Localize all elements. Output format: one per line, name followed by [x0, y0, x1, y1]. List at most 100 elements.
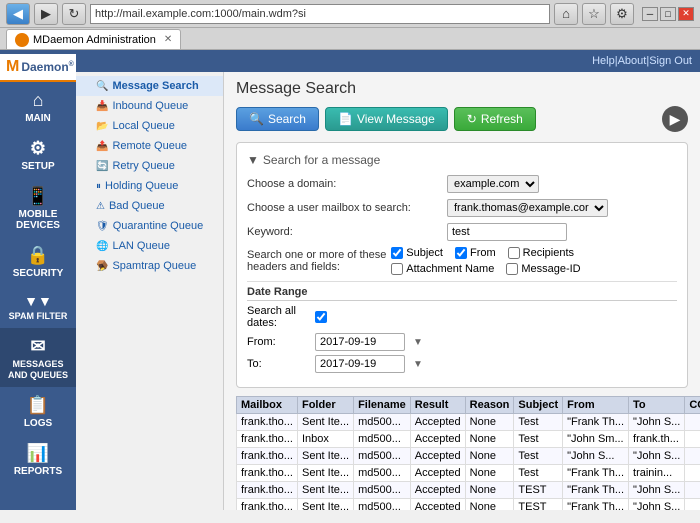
left-item-local[interactable]: 📂 Local Queue [76, 116, 223, 136]
table-cell: "John Sm... [563, 431, 629, 448]
search-all-dates-checkbox[interactable] [315, 311, 327, 323]
sidebar-item-reports[interactable]: 📊 REPORTS [0, 435, 76, 483]
recipients-checkbox-label[interactable]: Recipients [508, 247, 574, 259]
left-item-quarantine[interactable]: 🛡 Quarantine Queue [76, 216, 223, 236]
keyword-row: Keyword: [247, 223, 677, 241]
table-cell: None [465, 448, 514, 465]
holding-label: Holding Queue [105, 180, 178, 192]
section-header[interactable]: ▼ Search for a message [247, 153, 677, 167]
table-cell [685, 465, 700, 482]
table-row[interactable]: frank.tho...Sent Ite...md500...AcceptedN… [237, 482, 700, 499]
lan-label: LAN Queue [112, 240, 169, 252]
table-cell: None [465, 431, 514, 448]
table-cell [685, 482, 700, 499]
search-btn-icon: 🔍 [249, 112, 264, 126]
spam-icon: ▼▼ [4, 293, 72, 309]
subject-checkbox[interactable] [391, 247, 403, 259]
table-cell: Test [514, 431, 563, 448]
view-message-button[interactable]: 📄 View Message [325, 107, 448, 131]
table-row[interactable]: frank.tho...Sent Ite...md500...AcceptedN… [237, 499, 700, 511]
table-cell [685, 431, 700, 448]
attachment-checkbox[interactable] [391, 263, 403, 275]
table-cell: None [465, 482, 514, 499]
table-cell: "John S... [629, 482, 685, 499]
table-cell: frank.tho... [237, 482, 298, 499]
sidebar-item-spam[interactable]: ▼▼ SPAM FILTER [0, 285, 76, 328]
table-cell: Sent Ite... [297, 448, 353, 465]
domain-select[interactable]: example.com [447, 175, 539, 193]
browser-settings-button[interactable]: ⚙ [610, 3, 634, 25]
table-cell: None [465, 414, 514, 431]
to-date-label: To: [247, 358, 307, 370]
to-date-arrow[interactable]: ▼ [413, 359, 423, 370]
from-checkbox-label[interactable]: From [455, 247, 496, 259]
sidebar-item-main[interactable]: ⌂ MAIN [0, 82, 76, 130]
minimize-button[interactable]: ─ [642, 7, 658, 21]
view-btn-icon: 📄 [338, 112, 353, 126]
local-label: Local Queue [112, 120, 174, 132]
table-cell: md500... [354, 482, 411, 499]
quarantine-label: Quarantine Queue [113, 220, 204, 232]
left-item-lan[interactable]: 🌐 LAN Queue [76, 236, 223, 256]
subject-checkbox-label[interactable]: Subject [391, 247, 443, 259]
to-date-input[interactable] [315, 355, 405, 373]
left-item-message-search[interactable]: 🔍 Message Search [76, 76, 223, 96]
tab-label: MDaemon Administration [33, 34, 156, 46]
table-row[interactable]: frank.tho...Sent Ite...md500...AcceptedN… [237, 414, 700, 431]
left-item-remote[interactable]: 📤 Remote Queue [76, 136, 223, 156]
left-item-retry[interactable]: 🔄 Retry Queue [76, 156, 223, 176]
from-date-input[interactable] [315, 333, 405, 351]
sidebar-item-mobile[interactable]: 📱 MOBILEDEVICES [0, 178, 76, 237]
info-button[interactable]: ▶ [662, 106, 688, 132]
app-container: M Daemon® ⌂ MAIN ⚙ SETUP 📱 MOBILEDEVICES… [0, 50, 700, 510]
mailbox-select[interactable]: frank.thomas@example.cor [447, 199, 608, 217]
table-cell [685, 448, 700, 465]
search-button[interactable]: 🔍 Search [236, 107, 319, 131]
star-button[interactable]: ☆ [582, 3, 606, 25]
table-cell: trainin... [629, 465, 685, 482]
app-tab[interactable]: MDaemon Administration ✕ [6, 29, 181, 49]
left-item-inbound[interactable]: 📥 Inbound Queue [76, 96, 223, 116]
maximize-button[interactable]: □ [660, 7, 676, 21]
recipients-checkbox[interactable] [508, 247, 520, 259]
left-item-holding[interactable]: ⏸ Holding Queue [76, 176, 223, 196]
signout-link[interactable]: Sign Out [649, 55, 692, 67]
about-link[interactable]: About [618, 55, 647, 67]
home-button[interactable]: ⌂ [554, 3, 578, 25]
table-cell: Accepted [410, 465, 465, 482]
messageid-checkbox[interactable] [506, 263, 518, 275]
sidebar-item-setup[interactable]: ⚙ SETUP [0, 130, 76, 178]
table-cell: md500... [354, 499, 411, 511]
keyword-input[interactable] [447, 223, 567, 241]
from-date-arrow[interactable]: ▼ [413, 337, 423, 348]
attachment-label: Attachment Name [406, 263, 494, 275]
table-cell: Accepted [410, 448, 465, 465]
forward-button[interactable]: ▶ [34, 3, 58, 25]
reports-icon: 📊 [4, 443, 72, 464]
refresh-button[interactable]: ↻ Refresh [454, 107, 536, 131]
attachment-checkbox-label[interactable]: Attachment Name [391, 263, 494, 275]
table-cell: Sent Ite... [297, 414, 353, 431]
left-item-spamtrap[interactable]: 🪤 Spamtrap Queue [76, 256, 223, 276]
logo-area: M Daemon® [0, 54, 76, 82]
table-row[interactable]: frank.tho...Sent Ite...md500...AcceptedN… [237, 465, 700, 482]
back-button[interactable]: ◀ [6, 3, 30, 25]
reload-button[interactable]: ↻ [62, 3, 86, 25]
table-row[interactable]: frank.tho...Sent Ite...md500...AcceptedN… [237, 448, 700, 465]
messageid-checkbox-label[interactable]: Message-ID [506, 263, 580, 275]
address-bar[interactable] [90, 4, 550, 24]
sidebar-item-logs[interactable]: 📋 LOGS [0, 387, 76, 435]
section-chevron: ▼ [247, 153, 259, 167]
refresh-btn-icon: ↻ [467, 112, 477, 126]
help-link[interactable]: Help [592, 55, 615, 67]
toolbar: 🔍 Search 📄 View Message ↻ Refresh ▶ [236, 106, 688, 132]
sidebar-item-security[interactable]: 🔒 SECURITY [0, 237, 76, 285]
from-checkbox[interactable] [455, 247, 467, 259]
table-row[interactable]: frank.tho...Inboxmd500...AcceptedNoneTes… [237, 431, 700, 448]
table-cell: "Frank Th... [563, 465, 629, 482]
close-button[interactable]: ✕ [678, 7, 694, 21]
sidebar-item-messages[interactable]: ✉ MESSAGESAND QUEUES [0, 328, 76, 387]
msg-search-icon: 🔍 [96, 81, 108, 92]
tab-close[interactable]: ✕ [164, 34, 172, 45]
left-item-bad[interactable]: ⚠ Bad Queue [76, 196, 223, 216]
